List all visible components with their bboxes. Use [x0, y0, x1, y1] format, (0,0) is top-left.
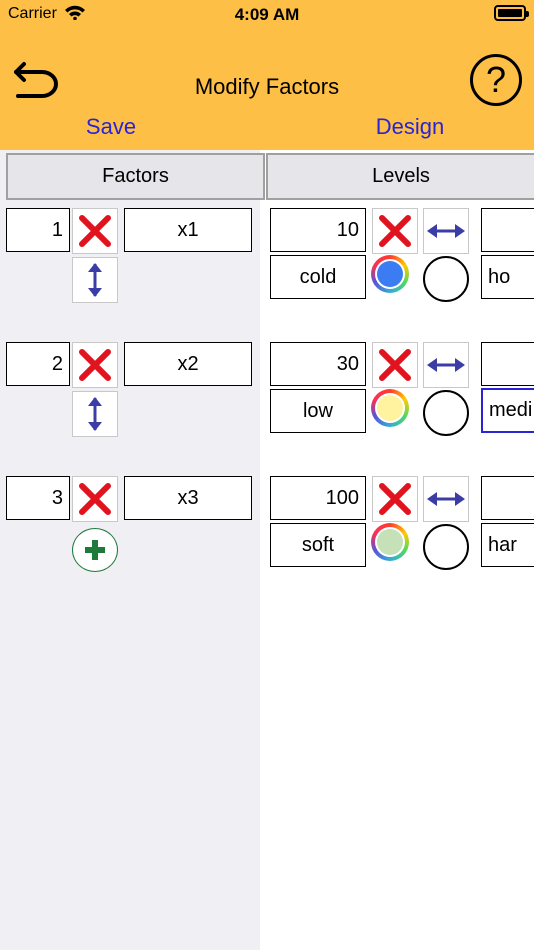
- status-time: 4:09 AM: [234, 5, 300, 24]
- page-title: Modify Factors: [194, 74, 340, 99]
- battery-icon: [494, 5, 529, 21]
- design-button[interactable]: Design: [360, 114, 460, 140]
- factor-index-field[interactable]: 2: [6, 342, 70, 386]
- color-picker-icon[interactable]: [371, 523, 409, 561]
- add-factor-icon[interactable]: [72, 528, 118, 572]
- factors-column-header: Factors: [6, 153, 265, 200]
- help-icon[interactable]: ?: [470, 54, 522, 106]
- save-button[interactable]: Save: [60, 114, 162, 140]
- delete-level-icon[interactable]: [372, 208, 418, 254]
- swap-horizontal-icon[interactable]: [423, 342, 469, 388]
- level-value-field-clipped[interactable]: [481, 208, 534, 252]
- color-picker-icon[interactable]: [371, 389, 409, 427]
- swap-horizontal-icon[interactable]: [423, 208, 469, 254]
- radio-circle-icon[interactable]: [423, 390, 469, 436]
- delete-level-icon[interactable]: [372, 342, 418, 388]
- factor-name-field[interactable]: x2: [124, 342, 252, 386]
- level-value-field[interactable]: 100: [270, 476, 366, 520]
- delete-factor-icon[interactable]: [72, 342, 118, 388]
- swap-horizontal-icon[interactable]: [423, 476, 469, 522]
- delete-level-icon[interactable]: [372, 476, 418, 522]
- level-value-field[interactable]: 10: [270, 208, 366, 252]
- level-value-field-clipped[interactable]: [481, 476, 534, 520]
- levels-column-header: Levels: [266, 153, 534, 200]
- delete-factor-icon[interactable]: [72, 208, 118, 254]
- level-value-field-clipped[interactable]: [481, 342, 534, 386]
- level-low-field[interactable]: cold: [270, 255, 366, 299]
- color-picker-icon[interactable]: [371, 255, 409, 293]
- factor-index-field[interactable]: 1: [6, 208, 70, 252]
- radio-circle-icon[interactable]: [423, 256, 469, 302]
- level-high-field[interactable]: har: [481, 523, 534, 567]
- factors-panel: [0, 150, 260, 950]
- reorder-vertical-icon[interactable]: [72, 257, 118, 303]
- level-high-field[interactable]: ho: [481, 255, 534, 299]
- level-low-field[interactable]: soft: [270, 523, 366, 567]
- factor-name-field[interactable]: x3: [124, 476, 252, 520]
- factor-name-field[interactable]: x1: [124, 208, 252, 252]
- delete-factor-icon[interactable]: [72, 476, 118, 522]
- reorder-vertical-icon[interactable]: [72, 391, 118, 437]
- level-high-field-active[interactable]: medi: [481, 388, 534, 433]
- factor-index-field[interactable]: 3: [6, 476, 70, 520]
- radio-circle-icon[interactable]: [423, 524, 469, 570]
- level-low-field[interactable]: low: [270, 389, 366, 433]
- level-value-field[interactable]: 30: [270, 342, 366, 386]
